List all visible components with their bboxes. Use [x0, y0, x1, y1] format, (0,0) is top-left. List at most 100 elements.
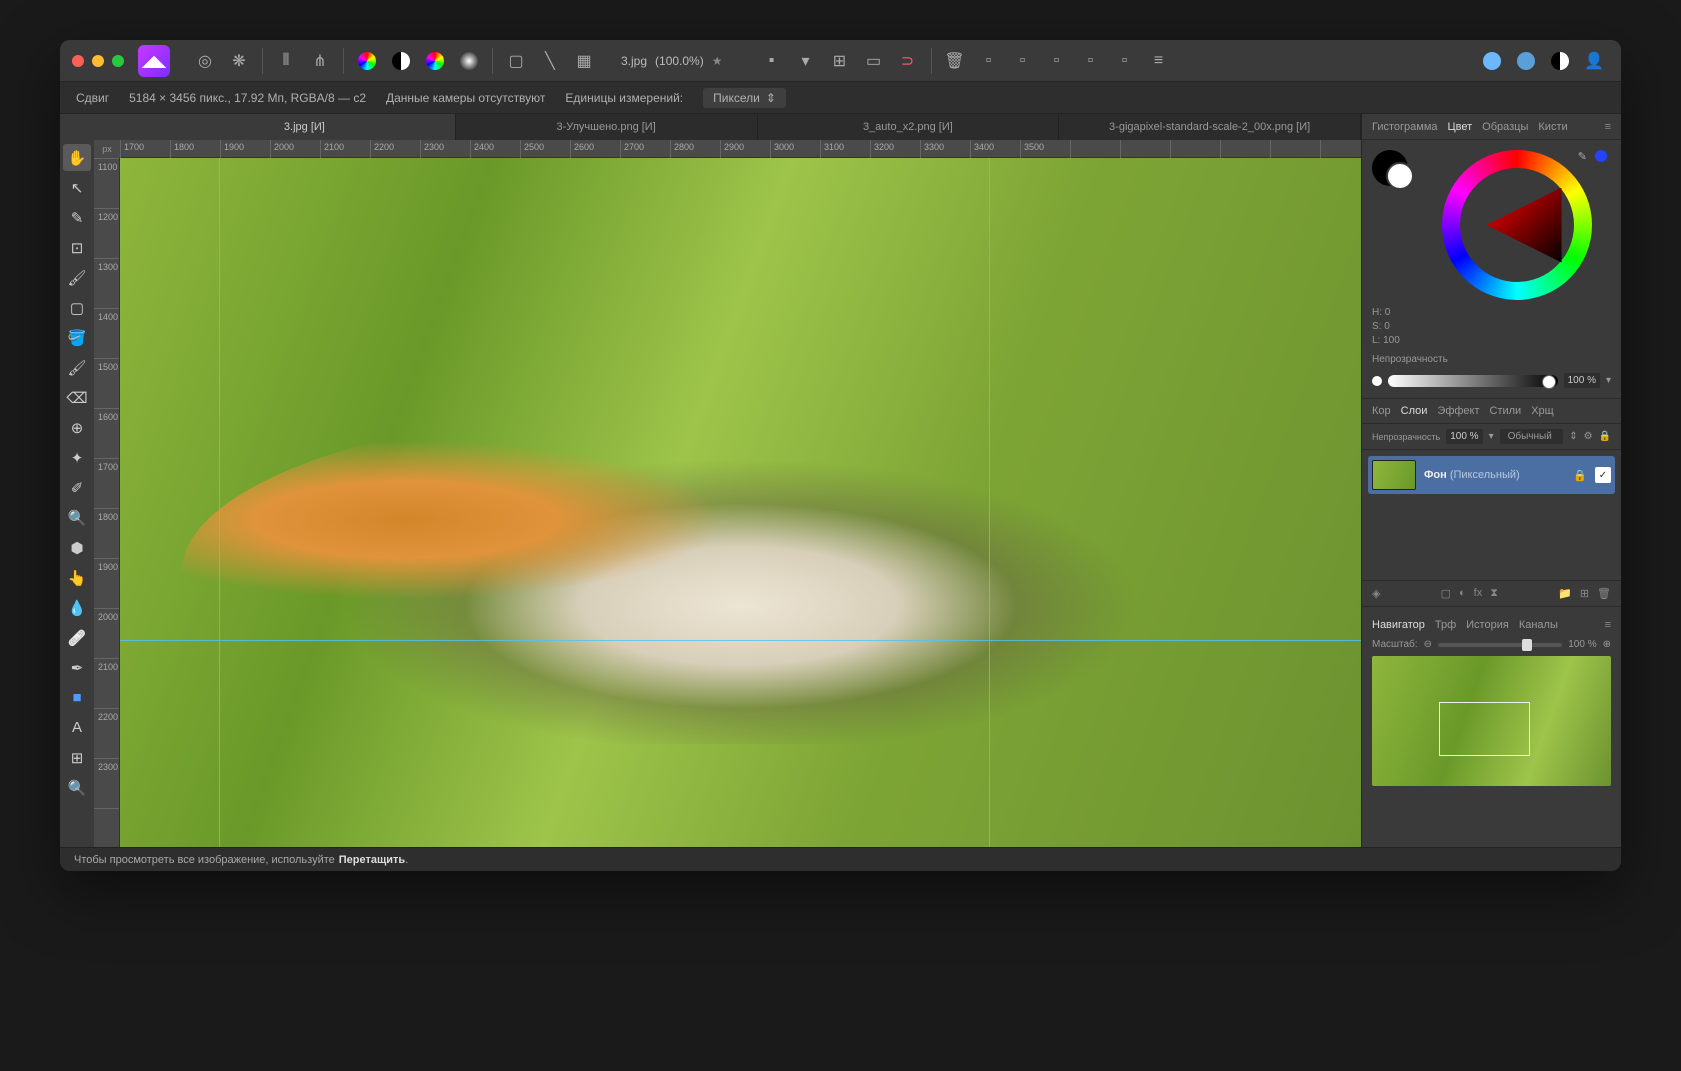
eyedropper-icon[interactable]: ✎	[1578, 150, 1587, 163]
curves-icon[interactable]: ⫴	[271, 46, 301, 76]
doc-tab-0[interactable]: 3.jpg [И]	[154, 114, 456, 140]
lock-icon[interactable]: 🔒	[1599, 431, 1611, 442]
move-tool[interactable]: ↖	[63, 174, 91, 201]
persona-icon[interactable]: ◎	[190, 46, 220, 76]
zoom-in-button[interactable]: ⊕	[1603, 639, 1611, 650]
account-icon[interactable]: 👤	[1579, 46, 1609, 76]
assistant-icon[interactable]: ❋	[224, 46, 254, 76]
marquee-tool[interactable]: ▢	[63, 294, 91, 321]
guide-vertical[interactable]	[989, 158, 990, 847]
doc-tab-1[interactable]: 3-Улучшено.png [И]	[456, 114, 758, 140]
color-wheel[interactable]	[1442, 150, 1592, 300]
zoom-out-button[interactable]: ⊖	[1424, 639, 1432, 650]
ruler-toggle-icon[interactable]: ▭	[859, 46, 889, 76]
pattern-icon[interactable]: ▦	[569, 46, 599, 76]
units-select[interactable]: Пиксели ⇕	[703, 88, 786, 108]
shape-tool[interactable]: ■	[63, 684, 91, 711]
guide-vertical[interactable]	[219, 158, 220, 847]
panel-menu-icon[interactable]: ≡	[1605, 121, 1611, 133]
color-wheel-icon[interactable]	[420, 46, 450, 76]
canvas[interactable]	[120, 158, 1361, 847]
adjustment-icon[interactable]: ◐	[1459, 587, 1466, 600]
arrange4-icon[interactable]: ▫	[1076, 46, 1106, 76]
maximize-button[interactable]	[112, 55, 124, 67]
channels-tab[interactable]: Каналы	[1519, 619, 1558, 631]
blur-tool[interactable]: ⬢	[63, 534, 91, 561]
zoom-slider[interactable]	[1438, 643, 1562, 647]
layer-row[interactable]: Фон (Пиксельный) 🔒 ✓	[1368, 456, 1615, 494]
opacity-chevron-icon[interactable]: ▾	[1606, 375, 1611, 386]
mask-icon[interactable]: ▢	[1441, 587, 1451, 600]
pen-tool[interactable]: ✒	[63, 654, 91, 681]
transform-tab[interactable]: Трф	[1435, 619, 1456, 631]
arrange-icon[interactable]: ▫	[974, 46, 1004, 76]
grid-icon[interactable]: ⊞	[825, 46, 855, 76]
selection-brush-tool[interactable]: 🖌	[63, 264, 91, 291]
trash-icon[interactable]: 🗑	[940, 46, 970, 76]
bw-icon[interactable]	[386, 46, 416, 76]
effects-tab[interactable]: Эффект	[1437, 405, 1479, 417]
delete-layer-icon[interactable]: 🗑	[1597, 587, 1611, 600]
navigator-tab[interactable]: Навигатор	[1372, 619, 1425, 631]
heal-tool[interactable]: 🩹	[63, 624, 91, 651]
gear-icon[interactable]: ⚙	[1584, 431, 1593, 442]
nodes-icon[interactable]: ⋔	[305, 46, 335, 76]
channel-icon[interactable]: ▪	[757, 46, 787, 76]
folder-icon[interactable]: 📁	[1558, 587, 1572, 600]
primary-color[interactable]	[1386, 162, 1414, 190]
fx-icon[interactable]: fx	[1474, 587, 1483, 600]
navigator-viewport[interactable]	[1439, 702, 1530, 757]
storage-tab[interactable]: Хрщ	[1531, 405, 1554, 417]
navigator-thumbnail[interactable]	[1372, 656, 1611, 786]
mesh-tool[interactable]: ⊞	[63, 744, 91, 771]
layer-visibility-checkbox[interactable]: ✓	[1595, 467, 1611, 483]
blend-mode-select[interactable]: Обычный	[1500, 429, 1564, 444]
paint-brush-tool[interactable]: 🖌	[63, 354, 91, 381]
swatches-tab[interactable]: Образцы	[1482, 121, 1528, 133]
layer-lock-icon[interactable]: 🔒	[1573, 469, 1587, 482]
drop-tool[interactable]: 💧	[63, 594, 91, 621]
hand-tool[interactable]: ✋	[63, 144, 91, 171]
studio2-icon[interactable]	[1511, 46, 1541, 76]
arrange3-icon[interactable]: ▫	[1042, 46, 1072, 76]
live-filter-icon[interactable]: ⧗	[1490, 587, 1498, 600]
color-opacity-value[interactable]: 100 %	[1564, 373, 1600, 388]
doc-tab-2[interactable]: 3_auto_x2.png [И]	[758, 114, 1060, 140]
clone-tool[interactable]: ⊕	[63, 414, 91, 441]
snap-icon[interactable]: ⊃	[893, 46, 923, 76]
color-tab[interactable]: Цвет	[1448, 121, 1473, 133]
history-tab[interactable]: История	[1466, 619, 1509, 631]
retouch-tool[interactable]: ✦	[63, 444, 91, 471]
erase-tool[interactable]: ⌫	[63, 384, 91, 411]
add-layer-icon[interactable]: ⊞	[1580, 587, 1589, 600]
studio1-icon[interactable]	[1477, 46, 1507, 76]
color-picker-tool[interactable]: ✎	[63, 204, 91, 231]
slash-icon[interactable]: ╲	[535, 46, 565, 76]
picked-color-icon[interactable]	[1595, 150, 1607, 162]
arrange2-icon[interactable]: ▫	[1008, 46, 1038, 76]
text-tool[interactable]: A	[63, 714, 91, 741]
arrange5-icon[interactable]: ▫	[1110, 46, 1140, 76]
favorite-star-icon[interactable]: ★	[712, 54, 723, 68]
zoom-value[interactable]: 100 %	[1568, 639, 1596, 650]
close-button[interactable]	[72, 55, 84, 67]
styles-tab[interactable]: Стили	[1490, 405, 1522, 417]
layer-blend-icon[interactable]: ◈	[1372, 587, 1380, 600]
zoom-tool[interactable]: 🔍	[63, 774, 91, 801]
vignette-icon[interactable]	[454, 46, 484, 76]
smudge-tool[interactable]: 👆	[63, 564, 91, 591]
flood-tool[interactable]: 🪣	[63, 324, 91, 351]
color-opacity-slider[interactable]	[1388, 375, 1558, 387]
layer-opacity-value[interactable]: 100 %	[1446, 429, 1482, 444]
histogram-tab[interactable]: Гистограмма	[1372, 121, 1438, 133]
minimize-button[interactable]	[92, 55, 104, 67]
nav-menu-icon[interactable]: ≡	[1605, 619, 1611, 631]
align-icon[interactable]: ≡	[1144, 46, 1174, 76]
dodge-tool[interactable]: 🔍	[63, 504, 91, 531]
pencil-tool[interactable]: ✐	[63, 474, 91, 501]
crop-tool[interactable]: ⊡	[63, 234, 91, 261]
studio3-icon[interactable]	[1545, 46, 1575, 76]
adjust-wheel-icon[interactable]	[352, 46, 382, 76]
brushes-tab[interactable]: Кисти	[1538, 121, 1567, 133]
marquee-icon[interactable]: ▢	[501, 46, 531, 76]
